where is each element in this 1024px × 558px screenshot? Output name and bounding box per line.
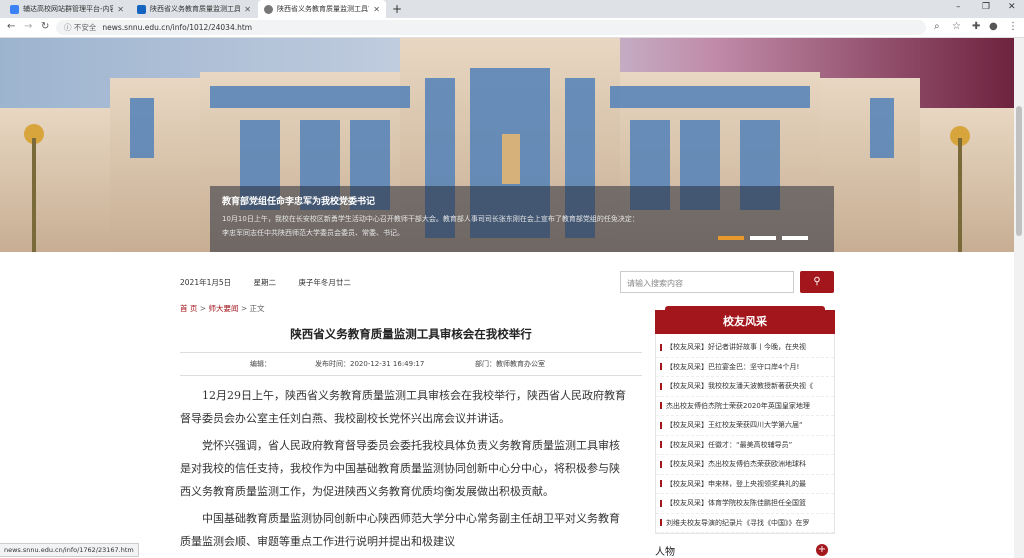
forward-arrow-icon[interactable]: → — [24, 21, 32, 32]
sidebar-item-text[interactable]: 【校友风采】巴拉宴金巴：坚守口岸4个月! — [666, 362, 799, 372]
tab-title: 陕西省义务教育质量监测工具审核 — [150, 5, 241, 13]
sidebar-list-item[interactable]: 【校友风采】任徽才：“最美高校辅导员” — [656, 436, 834, 455]
slider-dot-3[interactable] — [782, 236, 808, 240]
bullet-icon — [660, 382, 662, 390]
sidebar-list-item[interactable]: 【校友风采】巴拉宴金巴：坚守口岸4个月! — [656, 358, 834, 377]
bullet-icon — [660, 343, 662, 351]
slider-dot-1[interactable] — [718, 236, 744, 240]
tab-title: 陕西省义务教育质量监测工具审核 — [277, 5, 369, 13]
extensions-puzzle-icon[interactable]: ✚ — [972, 21, 980, 32]
breadcrumb-separator: > — [240, 304, 248, 313]
breadcrumb-separator: > — [199, 304, 207, 313]
article-meta: 编辑： 发布时间：2020-12-31 16:49:17 部门：教师教育办公室 — [180, 352, 642, 376]
url-text: news.snnu.edu.cn/info/1012/24034.htm — [102, 23, 253, 32]
slider-dot-2[interactable] — [750, 236, 776, 240]
article-paragraph: 党怀兴强调，省人民政府教育督导委员会委托我校具体负责义务教育质量监测工具审核是对… — [180, 439, 620, 498]
article-paragraph: 12月29日上午，陕西省义务教育质量监测工具审核会在我校举行，陕西省人民政府教育… — [180, 389, 626, 425]
bullet-icon — [660, 441, 662, 449]
breadcrumb-current: 正文 — [249, 304, 265, 313]
scrollbar-thumb[interactable] — [1016, 106, 1022, 236]
close-window-button[interactable]: ✕ — [1008, 2, 1016, 12]
tab-close-icon[interactable]: ✕ — [373, 5, 380, 14]
bullet-icon — [660, 421, 662, 429]
date-text: 2021年1月5日 — [180, 278, 232, 287]
sidebar-list: 【校友风采】好记者讲好故事丨今晚，在央视 【校友风采】巴拉宴金巴：坚守口岸4个月… — [655, 334, 835, 534]
hero-banner[interactable]: 教育部党组任命李忠军为我校党委书记 10月10日上午，我校在长安校区新勇学生活动… — [0, 38, 1024, 252]
hero-caption-title[interactable]: 教育部党组任命李忠军为我校党委书记 — [222, 194, 822, 207]
bullet-icon — [660, 519, 662, 527]
status-bar-url: news.snnu.edu.cn/info/1762/23167.htm — [0, 543, 139, 557]
page-content: 2021年1月5日 星期二 庚子年冬月廿二 请输入搜索内容 ⚲ 首 页 > 师大… — [0, 252, 1014, 558]
sidebar-list-item[interactable]: 【校友风采】我校校友潘天波教授新著获央视《 — [656, 377, 834, 397]
lunar-date-text: 庚子年冬月廿二 — [298, 278, 351, 287]
tab-favicon-icon — [10, 4, 19, 14]
browser-titlebar: 辅达高校网站群管理平台-内容管理 ✕ 陕西省义务教育质量监测工具审核 ✕ 陕西省… — [0, 0, 1024, 18]
browser-tab-1[interactable]: 辅达高校网站群管理平台-内容管理 ✕ — [4, 0, 130, 18]
sidebar-item-text[interactable]: 【校友风采】任徽才：“最美高校辅导员” — [666, 440, 792, 450]
profile-avatar-icon[interactable]: ● — [989, 21, 998, 32]
search-icon: ⚲ — [813, 276, 821, 287]
sidebar-list-item[interactable]: 【校友风采】体育学院校友陈佳鹏担任全国篮 — [656, 494, 834, 514]
article-body: 12月29日上午，陕西省义务教育质量监测工具审核会在我校举行，陕西省人民政府教育… — [180, 384, 630, 557]
new-tab-button[interactable]: + — [392, 2, 402, 16]
hero-caption-text: 10月10日上午，我校在长安校区新勇学生活动中心召开教师干部大会。教育部人事司司… — [222, 215, 639, 237]
tab-close-icon[interactable]: ✕ — [244, 5, 251, 14]
sidebar-list-item[interactable]: 刘维夫校友导演的纪录片《寻找《中国》》在罗 — [656, 514, 834, 533]
reload-icon[interactable]: ↻ — [41, 21, 49, 32]
sidebar-item-text[interactable]: 杰出校友傅伯杰院士荣获2020年英国皇家地理 — [666, 401, 810, 411]
sidebar-list-item[interactable]: 【校友风采】王红校友荣获四川大学第六届“ — [656, 416, 834, 436]
maximize-button[interactable]: ❐ — [982, 2, 990, 12]
sidebar-heading: 校友风采 — [655, 306, 835, 334]
article-paragraph: 中国基础教育质量监测协同创新中心陕西师范大学分中心常务副主任胡卫平对义务教育质量… — [180, 512, 620, 548]
article-title: 陕西省义务教育质量监测工具审核会在我校举行 — [290, 327, 532, 341]
bullet-icon — [660, 460, 662, 468]
sidebar-alumni: 校友风采 【校友风采】好记者讲好故事丨今晚，在央视 【校友风采】巴拉宴金巴：坚守… — [655, 306, 835, 534]
breadcrumb: 首 页 > 师大要闻 > 正文 — [180, 303, 265, 314]
address-bar[interactable]: ⓘ 不安全 news.snnu.edu.cn/info/1012/24034.h… — [56, 20, 926, 35]
browser-tab-3-active[interactable]: 陕西省义务教育质量监测工具审核 ✕ — [258, 0, 386, 18]
bullet-icon — [660, 363, 662, 371]
tab-close-icon[interactable]: ✕ — [117, 5, 124, 14]
sidebar-item-text[interactable]: 【校友风采】杰出校友傅伯杰荣获欧洲地球科 — [666, 459, 806, 469]
bullet-icon — [660, 480, 662, 488]
sidebar-item-text[interactable]: 【校友风采】我校校友潘天波教授新著获央视《 — [666, 381, 813, 391]
more-plus-icon[interactable]: + — [816, 544, 828, 556]
sidebar-people-heading: 人物 — [655, 547, 675, 558]
search-button[interactable]: ⚲ — [800, 271, 834, 293]
article-published: 发布时间：2020-12-31 16:49:17 — [315, 360, 425, 368]
tab-favicon-icon — [264, 4, 273, 14]
minimize-button[interactable]: – — [956, 2, 961, 12]
sidebar-item-text[interactable]: 刘维夫校友导演的纪录片《寻找《中国》》在罗 — [666, 518, 810, 528]
bullet-icon — [660, 402, 662, 410]
bullet-icon — [660, 499, 662, 507]
browser-toolbar: ← → ↻ ⓘ 不安全 news.snnu.edu.cn/info/1012/2… — [0, 18, 1024, 38]
sidebar-item-text[interactable]: 【校友风采】体育学院校友陈佳鹏担任全国篮 — [666, 498, 806, 508]
sidebar-list-item[interactable]: 【校友风采】杰出校友傅伯杰荣获欧洲地球科 — [656, 455, 834, 475]
weekday-text: 星期二 — [253, 278, 277, 287]
bookmark-star-icon[interactable]: ☆ — [952, 21, 961, 32]
breadcrumb-section[interactable]: 师大要闻 — [208, 304, 238, 313]
article-editor: 编辑： — [250, 360, 271, 368]
back-arrow-icon[interactable]: ← — [7, 21, 15, 32]
search-input[interactable]: 请输入搜索内容 — [620, 271, 794, 293]
not-secure-indicator[interactable]: ⓘ 不安全 — [64, 22, 96, 33]
tab-title: 辅达高校网站群管理平台-内容管理 — [23, 5, 114, 13]
slider-indicators — [718, 236, 808, 240]
breadcrumb-home[interactable]: 首 页 — [180, 304, 197, 313]
sidebar-item-text[interactable]: 【校友风采】好记者讲好故事丨今晚，在央视 — [666, 342, 806, 352]
sidebar-list-item[interactable]: 【校友风采】好记者讲好故事丨今晚，在央视 — [656, 338, 834, 358]
tab-favicon-icon — [137, 4, 146, 14]
sidebar-list-item[interactable]: 杰出校友傅伯杰院士荣获2020年英国皇家地理 — [656, 397, 834, 416]
library-sign — [502, 134, 520, 184]
sidebar-item-text[interactable]: 【校友风采】王红校友荣获四川大学第六届“ — [666, 420, 803, 430]
hero-caption[interactable]: 教育部党组任命李忠军为我校党委书记 10月10日上午，我校在长安校区新勇学生活动… — [210, 186, 834, 252]
page-scrollbar[interactable] — [1014, 38, 1024, 558]
sidebar-item-text[interactable]: 【校友风采】申来林，登上央视领奖典礼的最 — [666, 479, 806, 489]
sidebar-list-item[interactable]: 【校友风采】申来林，登上央视领奖典礼的最 — [656, 475, 834, 494]
browser-tab-2[interactable]: 陕西省义务教育质量监测工具审核 ✕ — [131, 0, 257, 18]
article-department: 部门：教师教育办公室 — [475, 360, 545, 368]
zoom-icon[interactable]: ⌕ — [934, 21, 940, 32]
menu-kebab-icon[interactable]: ⋮ — [1008, 21, 1018, 32]
date-bar: 2021年1月5日 星期二 庚子年冬月廿二 — [180, 277, 371, 288]
